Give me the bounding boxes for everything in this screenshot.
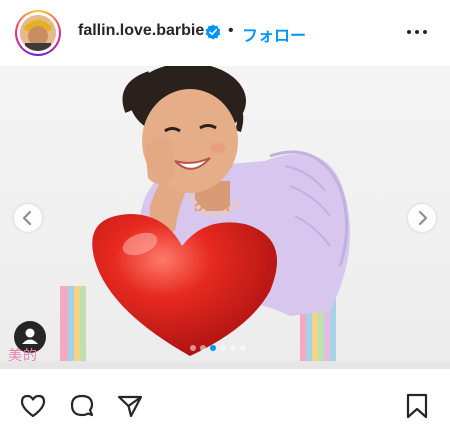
- username-link[interactable]: fallin.love.barbie: [78, 22, 204, 40]
- previous-button[interactable]: [14, 204, 42, 232]
- carousel-dot-active: [210, 345, 216, 351]
- more-horizontal-icon[interactable]: [405, 22, 429, 42]
- follow-button[interactable]: フォロー: [242, 22, 306, 46]
- avatar-photo: [20, 15, 56, 51]
- watermark-text: 美的: [8, 348, 38, 364]
- comment-icon[interactable]: [67, 391, 97, 421]
- verified-badge-icon: [205, 24, 221, 40]
- carousel-dot: [200, 345, 206, 351]
- next-button[interactable]: [408, 204, 436, 232]
- heart-outline-icon[interactable]: [18, 391, 48, 421]
- separator-dot: •: [228, 22, 234, 39]
- post-photo: [0, 66, 450, 369]
- post-image[interactable]: 美的: [0, 66, 450, 369]
- carousel-dot: [240, 345, 246, 351]
- chevron-left-icon: [22, 210, 32, 226]
- carousel-indicator: [190, 345, 246, 351]
- bookmark-icon[interactable]: [402, 391, 432, 421]
- avatar[interactable]: [15, 10, 61, 56]
- carousel-dot: [230, 345, 236, 351]
- paper-plane-icon[interactable]: [115, 391, 145, 421]
- carousel-dot: [190, 345, 196, 351]
- chevron-right-icon: [418, 210, 428, 226]
- post-header: fallin.love.barbie • フォロー: [0, 0, 450, 66]
- carousel-dot: [220, 345, 226, 351]
- action-bar: [0, 369, 450, 436]
